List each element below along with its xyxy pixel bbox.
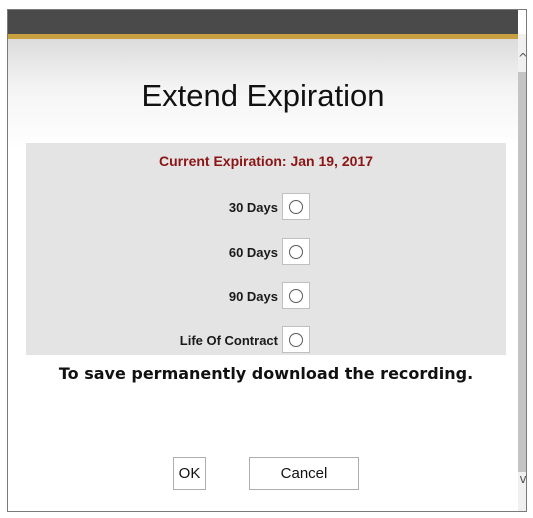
current-expiration-text: Current Expiration: Jan 19, 2017 xyxy=(159,153,373,169)
dialog-scrollbar[interactable]: ^ v xyxy=(517,34,526,511)
radio-90-days[interactable] xyxy=(282,282,310,309)
dialog-title-bar xyxy=(8,10,518,34)
radio-circle-icon xyxy=(289,200,303,214)
background-top xyxy=(0,0,533,9)
scroll-thumb[interactable] xyxy=(518,72,526,472)
background-bottom xyxy=(0,512,533,518)
cancel-button[interactable]: Cancel xyxy=(249,457,359,490)
dialog-title: Extend Expiration xyxy=(141,78,385,113)
option-label-30-days: 30 Days xyxy=(228,200,278,215)
option-60-days: 60 Days xyxy=(26,238,506,268)
option-life-of-contract: Life Of Contract xyxy=(26,326,506,356)
option-label-60-days: 60 Days xyxy=(228,245,278,260)
option-label-life-of-contract: Life Of Contract xyxy=(179,333,278,348)
scroll-up-icon[interactable]: ^ xyxy=(517,48,526,68)
scroll-down-icon[interactable]: v xyxy=(517,469,526,489)
expiration-options-panel: Current Expiration: Jan 19, 2017 30 Days… xyxy=(26,143,506,355)
option-30-days: 30 Days xyxy=(26,193,506,223)
background-left xyxy=(0,0,7,518)
radio-circle-icon xyxy=(289,289,303,303)
extend-expiration-dialog: Extend Expiration Current Expiration: Ja… xyxy=(7,9,527,512)
radio-circle-icon xyxy=(289,333,303,347)
radio-circle-icon xyxy=(289,245,303,259)
radio-life-of-contract[interactable] xyxy=(282,326,310,353)
radio-30-days[interactable] xyxy=(282,193,310,220)
background-right xyxy=(527,0,533,518)
ok-button[interactable]: OK xyxy=(173,457,206,490)
radio-60-days[interactable] xyxy=(282,238,310,265)
option-label-90-days: 90 Days xyxy=(228,289,278,304)
save-permanently-note: To save permanently download the recordi… xyxy=(58,364,474,383)
option-90-days: 90 Days xyxy=(26,282,506,312)
